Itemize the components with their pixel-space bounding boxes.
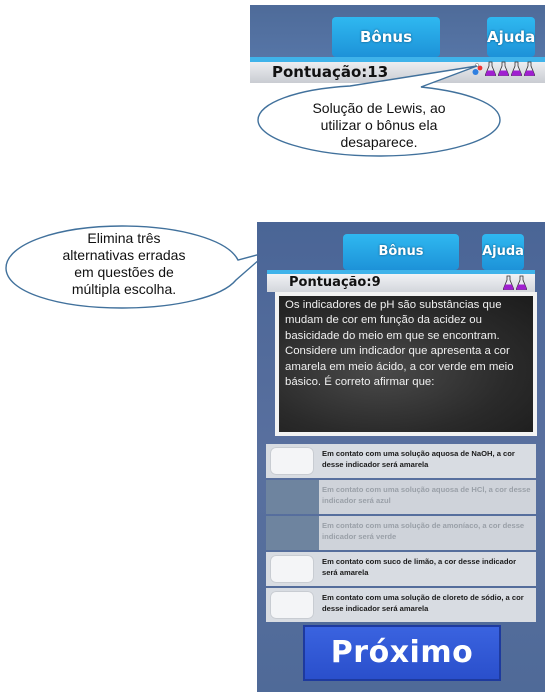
next-button[interactable]: Próximo <box>303 625 501 681</box>
bonus-tab[interactable]: Bônus <box>343 234 459 270</box>
callout-left-text: Elimina três alternativas erradas em que… <box>62 230 186 297</box>
bonus-tab-top[interactable]: Bônus <box>332 17 440 57</box>
answer-select-box[interactable] <box>270 447 314 475</box>
callout-left: Elimina três alternativas erradas em que… <box>2 222 270 316</box>
game-screen: Bônus Ajuda Pontuação:9 Os indicadores d… <box>257 222 545 692</box>
answer-option-5[interactable]: Em contato com uma solução de cloreto de… <box>266 588 536 622</box>
help-tab[interactable]: Ajuda <box>482 234 524 270</box>
answer-option-3-eliminated: Em contato com uma solução de amoníaco, … <box>266 516 536 550</box>
answer-text: Em contato com uma solução aquosa de NaO… <box>322 449 515 469</box>
callout-top-text: Solução de Lewis, ao utilizar o bônus el… <box>312 100 446 150</box>
flask-icon[interactable] <box>503 275 514 290</box>
help-tab-top[interactable]: Ajuda <box>487 17 535 57</box>
answer-text: Em contato com suco de limão, a cor dess… <box>322 557 517 577</box>
question-text: Os indicadores de pH são substâncias que… <box>285 299 514 389</box>
question-board: Os indicadores de pH são substâncias que… <box>275 292 537 436</box>
answer-select-box[interactable] <box>270 555 314 583</box>
answer-select-box[interactable] <box>270 591 314 619</box>
answer-text: Em contato com uma solução de amoníaco, … <box>322 521 525 541</box>
answer-text: Em contato com uma solução de cloreto de… <box>322 593 524 613</box>
answer-text: Em contato com uma solução aquosa de HCl… <box>322 485 531 505</box>
bonus-flasks <box>503 275 527 290</box>
answer-option-2-eliminated: Em contato com uma solução aquosa de HCl… <box>266 480 536 514</box>
flask-icon[interactable] <box>511 61 522 76</box>
answer-option-1[interactable]: Em contato com uma solução aquosa de NaO… <box>266 444 536 478</box>
score-text: Pontuação:9 <box>289 275 381 290</box>
callout-top: Solução de Lewis, ao utilizar o bônus el… <box>255 62 503 166</box>
flask-icon[interactable] <box>524 61 535 76</box>
answer-select-box <box>266 516 319 550</box>
score-bar: Pontuação:9 <box>267 270 535 292</box>
flask-icon[interactable] <box>516 275 527 290</box>
answer-select-box <box>266 480 319 514</box>
answer-option-4[interactable]: Em contato com suco de limão, a cor dess… <box>266 552 536 586</box>
score-bar-edge <box>267 270 535 274</box>
